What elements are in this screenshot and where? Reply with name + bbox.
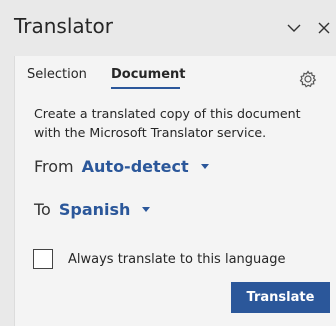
caret-down-icon	[200, 164, 209, 169]
pane-title: Translator	[14, 14, 113, 38]
to-label: To	[34, 200, 51, 219]
description-text: Create a translated copy of this documen…	[34, 106, 301, 140]
close-icon[interactable]	[314, 18, 334, 38]
chevron-down-icon[interactable]	[284, 18, 304, 38]
tab-document[interactable]: Document	[111, 67, 186, 82]
translator-panel: Selection Document Create a translated c…	[14, 56, 336, 326]
always-translate-row: Always translate to this language	[33, 249, 286, 269]
gear-icon[interactable]	[298, 69, 318, 89]
caret-down-icon	[142, 207, 151, 212]
to-language-value: Spanish	[58, 200, 131, 219]
translate-button[interactable]: Translate	[231, 282, 330, 313]
from-label: From	[34, 157, 74, 176]
to-language-dropdown[interactable]: Spanish	[59, 200, 151, 219]
tab-selection[interactable]: Selection	[27, 67, 87, 82]
from-language-row: From Auto-detect	[34, 157, 209, 176]
translator-header: Translator	[0, 0, 336, 56]
to-language-row: To Spanish	[34, 200, 151, 219]
always-translate-label: Always translate to this language	[68, 251, 286, 267]
from-language-dropdown[interactable]: Auto-detect	[82, 157, 209, 176]
always-translate-checkbox[interactable]	[33, 249, 53, 269]
tab-selected-indicator	[111, 87, 180, 89]
from-language-value: Auto-detect	[81, 157, 189, 176]
